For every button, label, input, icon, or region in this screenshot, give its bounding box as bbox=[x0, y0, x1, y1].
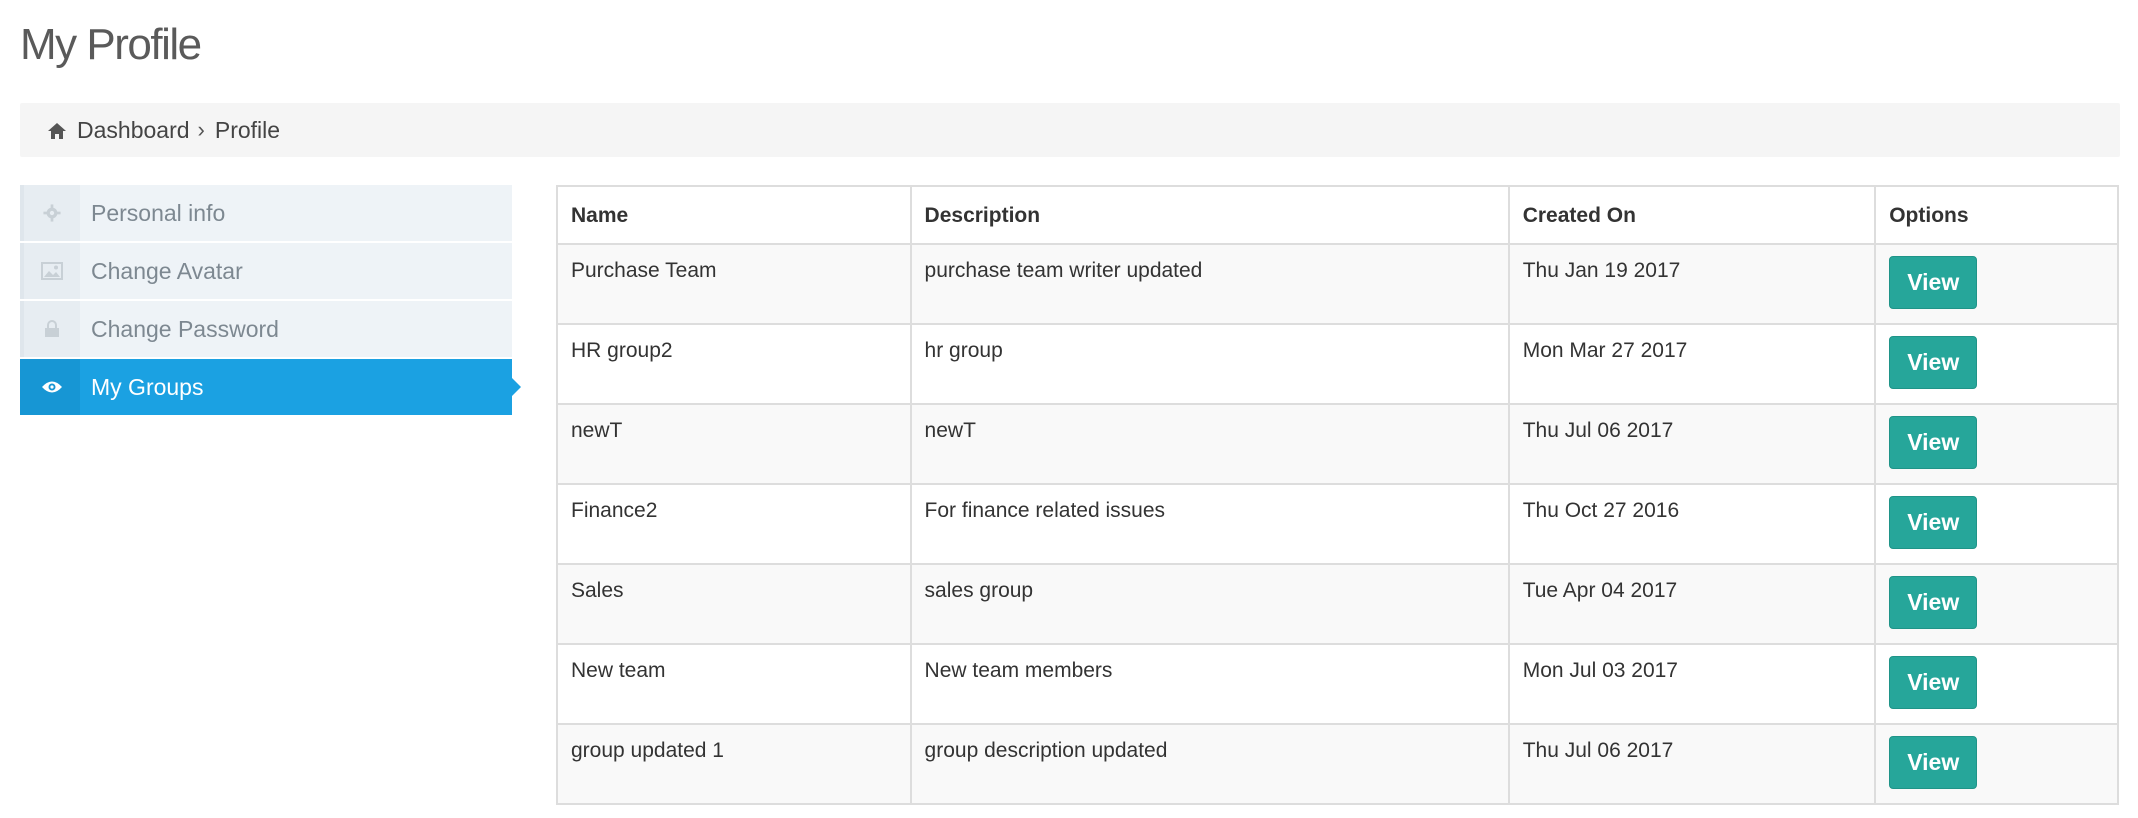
column-header-created-on: Created On bbox=[1507, 185, 1877, 245]
group-description: hr group bbox=[909, 323, 1510, 405]
group-options: View bbox=[1874, 323, 2119, 405]
table-row: Sales sales group Tue Apr 04 2017 View bbox=[556, 563, 2119, 645]
column-header-description: Description bbox=[909, 185, 1510, 245]
group-options: View bbox=[1874, 483, 2119, 565]
group-name: Finance2 bbox=[556, 483, 912, 565]
home-icon bbox=[47, 120, 67, 140]
group-description: newT bbox=[909, 403, 1510, 485]
page-title: My Profile bbox=[20, 20, 202, 69]
sidebar-item-label: Personal info bbox=[91, 199, 226, 226]
eye-icon bbox=[20, 359, 80, 415]
table-row: Purchase Team purchase team writer updat… bbox=[556, 243, 2119, 325]
table-row: newT newT Thu Jul 06 2017 View bbox=[556, 403, 2119, 485]
group-description: sales group bbox=[909, 563, 1510, 645]
view-button[interactable]: View bbox=[1889, 736, 1978, 789]
table-row: group updated 1 group description update… bbox=[556, 723, 2119, 805]
sidebar-item-label: My Groups bbox=[91, 373, 204, 400]
group-created-on: Thu Jan 19 2017 bbox=[1507, 243, 1877, 325]
group-created-on: Thu Oct 27 2016 bbox=[1507, 483, 1877, 565]
table-row: Finance2 For finance related issues Thu … bbox=[556, 483, 2119, 565]
group-options: View bbox=[1874, 723, 2119, 805]
sidebar-item-change-password[interactable]: Change Password bbox=[20, 301, 512, 357]
breadcrumb: Dashboard › Profile bbox=[20, 103, 2120, 157]
lock-icon bbox=[20, 301, 80, 357]
view-button[interactable]: View bbox=[1889, 656, 1978, 709]
group-name: Purchase Team bbox=[556, 243, 912, 325]
group-created-on: Thu Jul 06 2017 bbox=[1507, 723, 1877, 805]
breadcrumb-home[interactable]: Dashboard bbox=[47, 117, 190, 144]
table-row: HR group2 hr group Mon Mar 27 2017 View bbox=[556, 323, 2119, 405]
group-options: View bbox=[1874, 563, 2119, 645]
view-button[interactable]: View bbox=[1889, 576, 1978, 629]
group-options: View bbox=[1874, 243, 2119, 325]
groups-table-container: Name Description Created On Options Purc… bbox=[556, 185, 2119, 805]
sidebar-item-change-avatar[interactable]: Change Avatar bbox=[20, 243, 512, 299]
table-row: New team New team members Mon Jul 03 201… bbox=[556, 643, 2119, 725]
sidebar-item-my-groups[interactable]: My Groups bbox=[20, 359, 521, 415]
group-description: For finance related issues bbox=[909, 483, 1510, 565]
group-created-on: Thu Jul 06 2017 bbox=[1507, 403, 1877, 485]
sidebar-item-personal-info[interactable]: Personal info bbox=[20, 185, 512, 241]
group-description: purchase team writer updated bbox=[909, 243, 1510, 325]
breadcrumb-current: Profile bbox=[214, 116, 281, 143]
group-created-on: Mon Jul 03 2017 bbox=[1507, 643, 1877, 725]
view-button[interactable]: View bbox=[1889, 416, 1978, 469]
groups-table: Name Description Created On Options Purc… bbox=[556, 185, 2119, 805]
group-name: group updated 1 bbox=[556, 723, 912, 805]
view-button[interactable]: View bbox=[1889, 336, 1978, 389]
breadcrumb-dashboard-link[interactable]: Dashboard bbox=[77, 117, 190, 144]
column-header-name: Name bbox=[556, 185, 912, 245]
profile-sidebar: Personal info Change Avatar Change Passw… bbox=[20, 185, 521, 417]
group-name: New team bbox=[556, 643, 912, 725]
group-name: HR group2 bbox=[556, 323, 912, 405]
table-header-row: Name Description Created On Options bbox=[556, 185, 2119, 245]
breadcrumb-separator: › bbox=[197, 117, 205, 142]
column-header-options: Options bbox=[1874, 185, 2119, 245]
gear-icon bbox=[20, 185, 80, 241]
group-created-on: Tue Apr 04 2017 bbox=[1507, 563, 1877, 645]
group-description: New team members bbox=[909, 643, 1510, 725]
group-options: View bbox=[1874, 403, 2119, 485]
image-icon bbox=[20, 243, 80, 299]
view-button[interactable]: View bbox=[1889, 256, 1978, 309]
view-button[interactable]: View bbox=[1889, 496, 1978, 549]
sidebar-item-label: Change Password bbox=[91, 315, 279, 342]
group-options: View bbox=[1874, 643, 2119, 725]
sidebar-item-label: Change Avatar bbox=[91, 257, 243, 284]
group-created-on: Mon Mar 27 2017 bbox=[1507, 323, 1877, 405]
group-name: newT bbox=[556, 403, 912, 485]
group-name: Sales bbox=[556, 563, 912, 645]
group-description: group description updated bbox=[909, 723, 1510, 805]
